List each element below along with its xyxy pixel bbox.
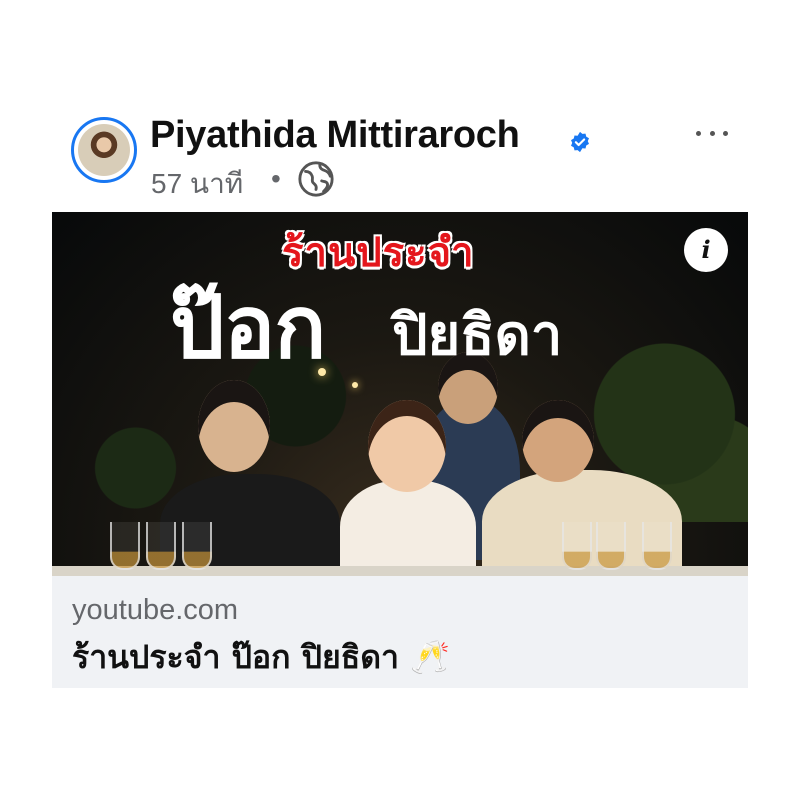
meta-separator: •: [271, 163, 281, 194]
person-center: [340, 480, 476, 576]
wine-glass: [596, 522, 626, 570]
link-domain: youtube.com: [72, 594, 239, 626]
more-dot-1: [696, 130, 701, 136]
link-title[interactable]: ร้านประจำ ป๊อก ปิยธิดา 🥂: [72, 632, 450, 683]
thumbnail-title-name: ปิยธิดา: [392, 303, 563, 368]
thumbnail-title-main: ป๊อก: [170, 278, 326, 378]
wine-glass: [146, 522, 176, 570]
wine-glass: [110, 522, 140, 570]
globe-icon[interactable]: [297, 160, 335, 198]
person-center-head: [368, 400, 446, 492]
person-right-head: [522, 400, 594, 482]
more-dot-3: [723, 130, 728, 136]
author-name[interactable]: Piyathida Mittiraroch: [150, 114, 520, 157]
post-timestamp[interactable]: 57 นาที: [151, 162, 243, 206]
video-thumbnail[interactable]: ร้านประจำ ป๊อก ปิยธิดา i: [52, 212, 748, 576]
verified-badge-icon: [571, 131, 589, 153]
more-dot-2: [709, 130, 715, 136]
wine-glass: [642, 522, 672, 570]
info-button[interactable]: i: [684, 228, 728, 272]
more-options-button[interactable]: [690, 118, 734, 148]
avatar-photo: [78, 124, 130, 176]
author-avatar[interactable]: [71, 117, 137, 183]
wine-glass: [562, 522, 592, 570]
link-preview[interactable]: youtube.com ร้านประจำ ป๊อก ปิยธิดา 🥂: [52, 576, 748, 688]
wine-glass: [182, 522, 212, 570]
string-light: [352, 382, 358, 388]
